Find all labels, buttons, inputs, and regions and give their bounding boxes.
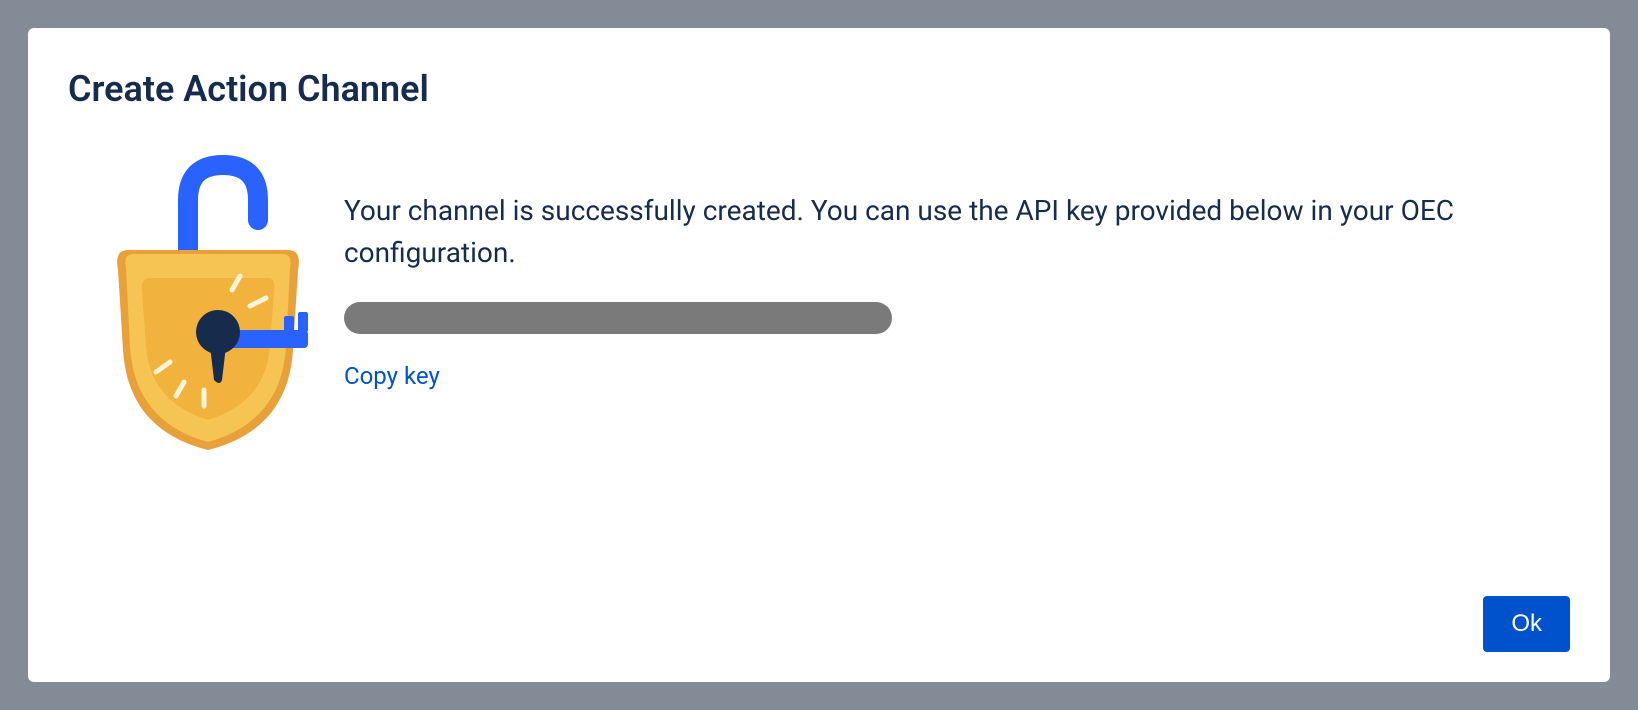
success-message: Your channel is successfully created. Yo… xyxy=(344,190,1570,274)
unlocked-padlock-icon xyxy=(108,150,308,460)
dialog-footer: Ok xyxy=(68,596,1570,652)
create-action-channel-dialog: Create Action Channel xyxy=(28,28,1610,682)
dialog-content: Your channel is successfully created. Yo… xyxy=(344,150,1570,390)
dialog-body: Your channel is successfully created. Yo… xyxy=(68,150,1570,596)
api-key-value-redacted xyxy=(344,302,892,334)
copy-key-link[interactable]: Copy key xyxy=(344,362,440,390)
ok-button[interactable]: Ok xyxy=(1483,596,1570,652)
dialog-title: Create Action Channel xyxy=(68,68,1570,110)
